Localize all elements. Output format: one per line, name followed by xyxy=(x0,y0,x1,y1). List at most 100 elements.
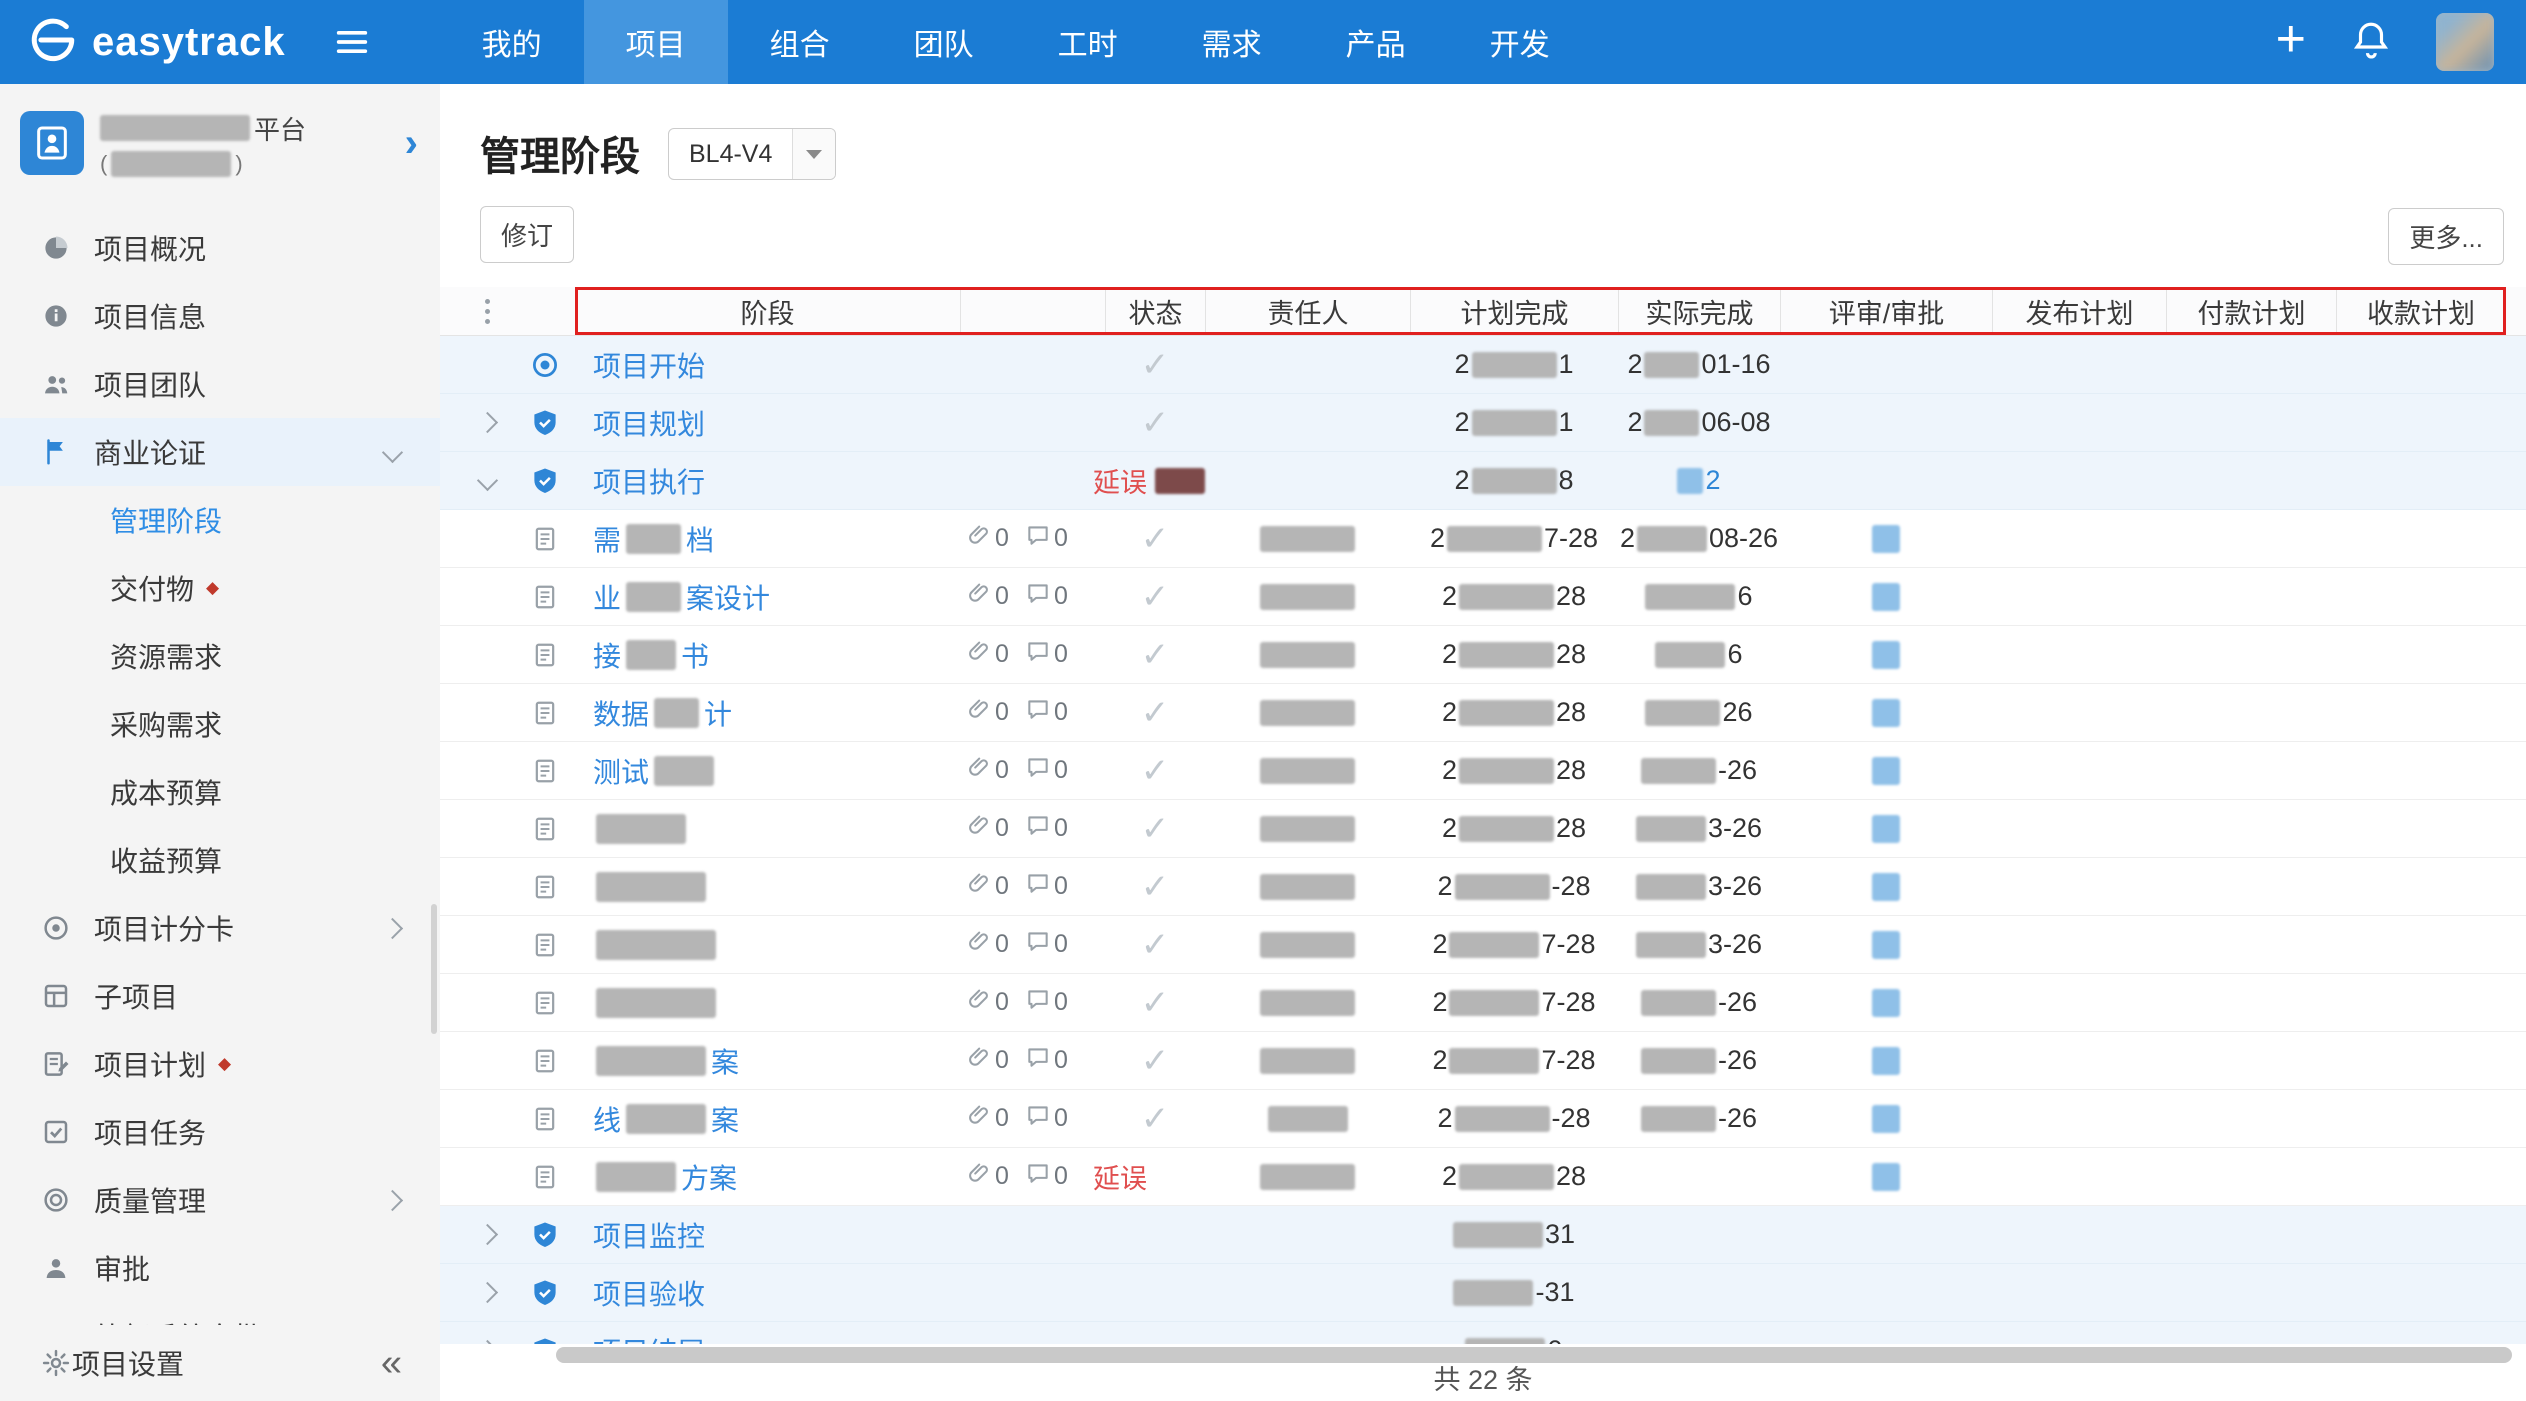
row-name-link[interactable]: 业案设计 xyxy=(575,568,960,625)
comment-count-cell[interactable]: 0 xyxy=(1025,800,1105,857)
table-row[interactable]: 需档00✓27-28208-26 xyxy=(440,510,2526,568)
table-row[interactable]: 项目监控31 xyxy=(440,1206,2526,1264)
row-name-link[interactable]: 方案 xyxy=(575,1148,960,1205)
col-header-stage[interactable]: 阶段 xyxy=(575,287,960,335)
chevron-right-icon[interactable] xyxy=(477,1282,498,1303)
chevron-down-icon[interactable] xyxy=(477,470,498,491)
table-row[interactable]: 业案设计00✓2286 xyxy=(440,568,2526,626)
row-name-link[interactable]: 项目规划 xyxy=(575,394,960,451)
comment-count-cell[interactable]: 0 xyxy=(1025,916,1105,973)
table-row[interactable]: 项目结尾0 xyxy=(440,1322,2526,1344)
col-header-receipt-plan[interactable]: 收款计划 xyxy=(2336,287,2506,335)
sidebar-item[interactable]: 子项目 xyxy=(0,962,440,1030)
comment-count-cell[interactable]: 0 xyxy=(1025,1090,1105,1147)
row-name-link[interactable] xyxy=(575,916,960,973)
comment-count-cell[interactable]: 0 xyxy=(1025,974,1105,1031)
table-row[interactable]: 00✓27-283-26 xyxy=(440,916,2526,974)
sidebar-item[interactable]: 审批 xyxy=(0,1234,440,1302)
row-name-link[interactable]: 线案 xyxy=(575,1090,960,1147)
table-row[interactable]: 项目验收-31 xyxy=(440,1264,2526,1322)
row-name-link[interactable]: 案 xyxy=(575,1032,960,1089)
sidebar-subitem[interactable]: 收益预算 xyxy=(0,826,440,894)
table-row[interactable]: 00✓27-28-26 xyxy=(440,974,2526,1032)
row-name-link[interactable] xyxy=(575,858,960,915)
sidebar-item[interactable]: 项目计分卡 xyxy=(0,894,440,962)
col-header-payment-plan[interactable]: 付款计划 xyxy=(2166,287,2336,335)
table-row[interactable]: 方案00延误228 xyxy=(440,1148,2526,1206)
sidebar-item[interactable]: 项目计划◆ xyxy=(0,1030,440,1098)
row-name-link[interactable]: 接书 xyxy=(575,626,960,683)
row-name-link[interactable]: 项目验收 xyxy=(575,1264,960,1321)
collapse-sidebar-icon[interactable]: « xyxy=(381,1344,402,1382)
col-header-release-plan[interactable]: 发布计划 xyxy=(1992,287,2166,335)
user-avatar[interactable] xyxy=(2436,13,2494,71)
sidebar-item[interactable]: 商业论证 xyxy=(0,418,440,486)
project-switch-arrow-icon[interactable]: › xyxy=(399,121,424,166)
attachment-count-cell[interactable]: 0 xyxy=(960,1032,1025,1089)
row-name-link[interactable]: 测试 xyxy=(575,742,960,799)
chevron-right-icon[interactable] xyxy=(477,1224,498,1245)
nav-tab[interactable]: 团队 xyxy=(872,0,1016,84)
comment-count-cell[interactable]: 0 xyxy=(1025,626,1105,683)
row-name-link[interactable]: 需档 xyxy=(575,510,960,567)
col-header-plan-finish[interactable]: 计划完成 xyxy=(1410,287,1618,335)
attachment-count-cell[interactable]: 0 xyxy=(960,1090,1025,1147)
sidebar-subitem[interactable]: 管理阶段 xyxy=(0,486,440,554)
row-name-link[interactable] xyxy=(575,974,960,1031)
table-row[interactable]: 线案00✓2-28-26 xyxy=(440,1090,2526,1148)
sidebar-item[interactable]: 项目概况 xyxy=(0,214,440,282)
nav-tab[interactable]: 项目 xyxy=(584,0,728,84)
nav-tab[interactable]: 开发 xyxy=(1448,0,1592,84)
col-header-review-approval[interactable]: 评审/审批 xyxy=(1780,287,1992,335)
app-logo[interactable]: easytrack xyxy=(0,15,286,70)
comment-count-cell[interactable]: 0 xyxy=(1025,684,1105,741)
sidebar-scrollbar[interactable] xyxy=(431,904,437,1034)
hamburger-menu-icon[interactable] xyxy=(332,22,372,62)
sidebar-item[interactable]: 质量管理 xyxy=(0,1166,440,1234)
attachment-count-cell[interactable]: 0 xyxy=(960,1148,1025,1205)
table-row[interactable]: 数据计00✓22826 xyxy=(440,684,2526,742)
attachment-count-cell[interactable]: 0 xyxy=(960,800,1025,857)
project-switcher[interactable]: 平台 () › xyxy=(0,84,440,202)
sidebar-item-project-settings[interactable]: 项目设置 « xyxy=(0,1325,440,1401)
drag-handle-icon[interactable] xyxy=(460,287,515,335)
sidebar-subitem[interactable]: 成本预算 xyxy=(0,758,440,826)
attachment-count-cell[interactable]: 0 xyxy=(960,858,1025,915)
more-button[interactable]: 更多... xyxy=(2388,208,2504,265)
row-name-link[interactable]: 项目监控 xyxy=(575,1206,960,1263)
nav-tab[interactable]: 组合 xyxy=(728,0,872,84)
nav-tab[interactable]: 我的 xyxy=(440,0,584,84)
table-row[interactable]: 接书00✓2286 xyxy=(440,626,2526,684)
sidebar-subitem[interactable]: 资源需求 xyxy=(0,622,440,690)
row-name-link[interactable]: 项目开始 xyxy=(575,336,960,393)
attachment-count-cell[interactable]: 0 xyxy=(960,916,1025,973)
sidebar-item[interactable]: 项目任务 xyxy=(0,1098,440,1166)
nav-tab[interactable]: 需求 xyxy=(1160,0,1304,84)
row-name-link[interactable]: 项目执行 xyxy=(575,452,960,509)
nav-tab[interactable]: 工时 xyxy=(1016,0,1160,84)
attachment-count-cell[interactable]: 0 xyxy=(960,684,1025,741)
sidebar-item[interactable]: 项目信息 xyxy=(0,282,440,350)
table-row[interactable]: 项目开始✓21201-16 xyxy=(440,336,2526,394)
sidebar-subitem[interactable]: 交付物◆ xyxy=(0,554,440,622)
attachment-count-cell[interactable]: 0 xyxy=(960,626,1025,683)
bell-icon[interactable] xyxy=(2350,19,2392,66)
sidebar-item[interactable]: 项目团队 xyxy=(0,350,440,418)
row-name-link[interactable] xyxy=(575,800,960,857)
table-row[interactable]: 测试00✓228-26 xyxy=(440,742,2526,800)
table-row[interactable]: 项目执行延误282 xyxy=(440,452,2526,510)
nav-tab[interactable]: 产品 xyxy=(1304,0,1448,84)
col-header-status[interactable]: 状态 xyxy=(1105,287,1205,335)
col-header-owner[interactable]: 责任人 xyxy=(1205,287,1410,335)
attachment-count-cell[interactable]: 0 xyxy=(960,742,1025,799)
table-row[interactable]: 项目规划✓21206-08 xyxy=(440,394,2526,452)
attachment-count-cell[interactable]: 0 xyxy=(960,568,1025,625)
comment-count-cell[interactable]: 0 xyxy=(1025,568,1105,625)
table-row[interactable]: 00✓2-283-26 xyxy=(440,858,2526,916)
add-button[interactable]: + xyxy=(2276,13,2306,65)
sidebar-item[interactable]: 外部系统审批 xyxy=(0,1302,440,1325)
sidebar-subitem[interactable]: 采购需求 xyxy=(0,690,440,758)
revise-button[interactable]: 修订 xyxy=(480,206,574,263)
attachment-count-cell[interactable]: 0 xyxy=(960,974,1025,1031)
table-row[interactable]: 00✓2283-26 xyxy=(440,800,2526,858)
